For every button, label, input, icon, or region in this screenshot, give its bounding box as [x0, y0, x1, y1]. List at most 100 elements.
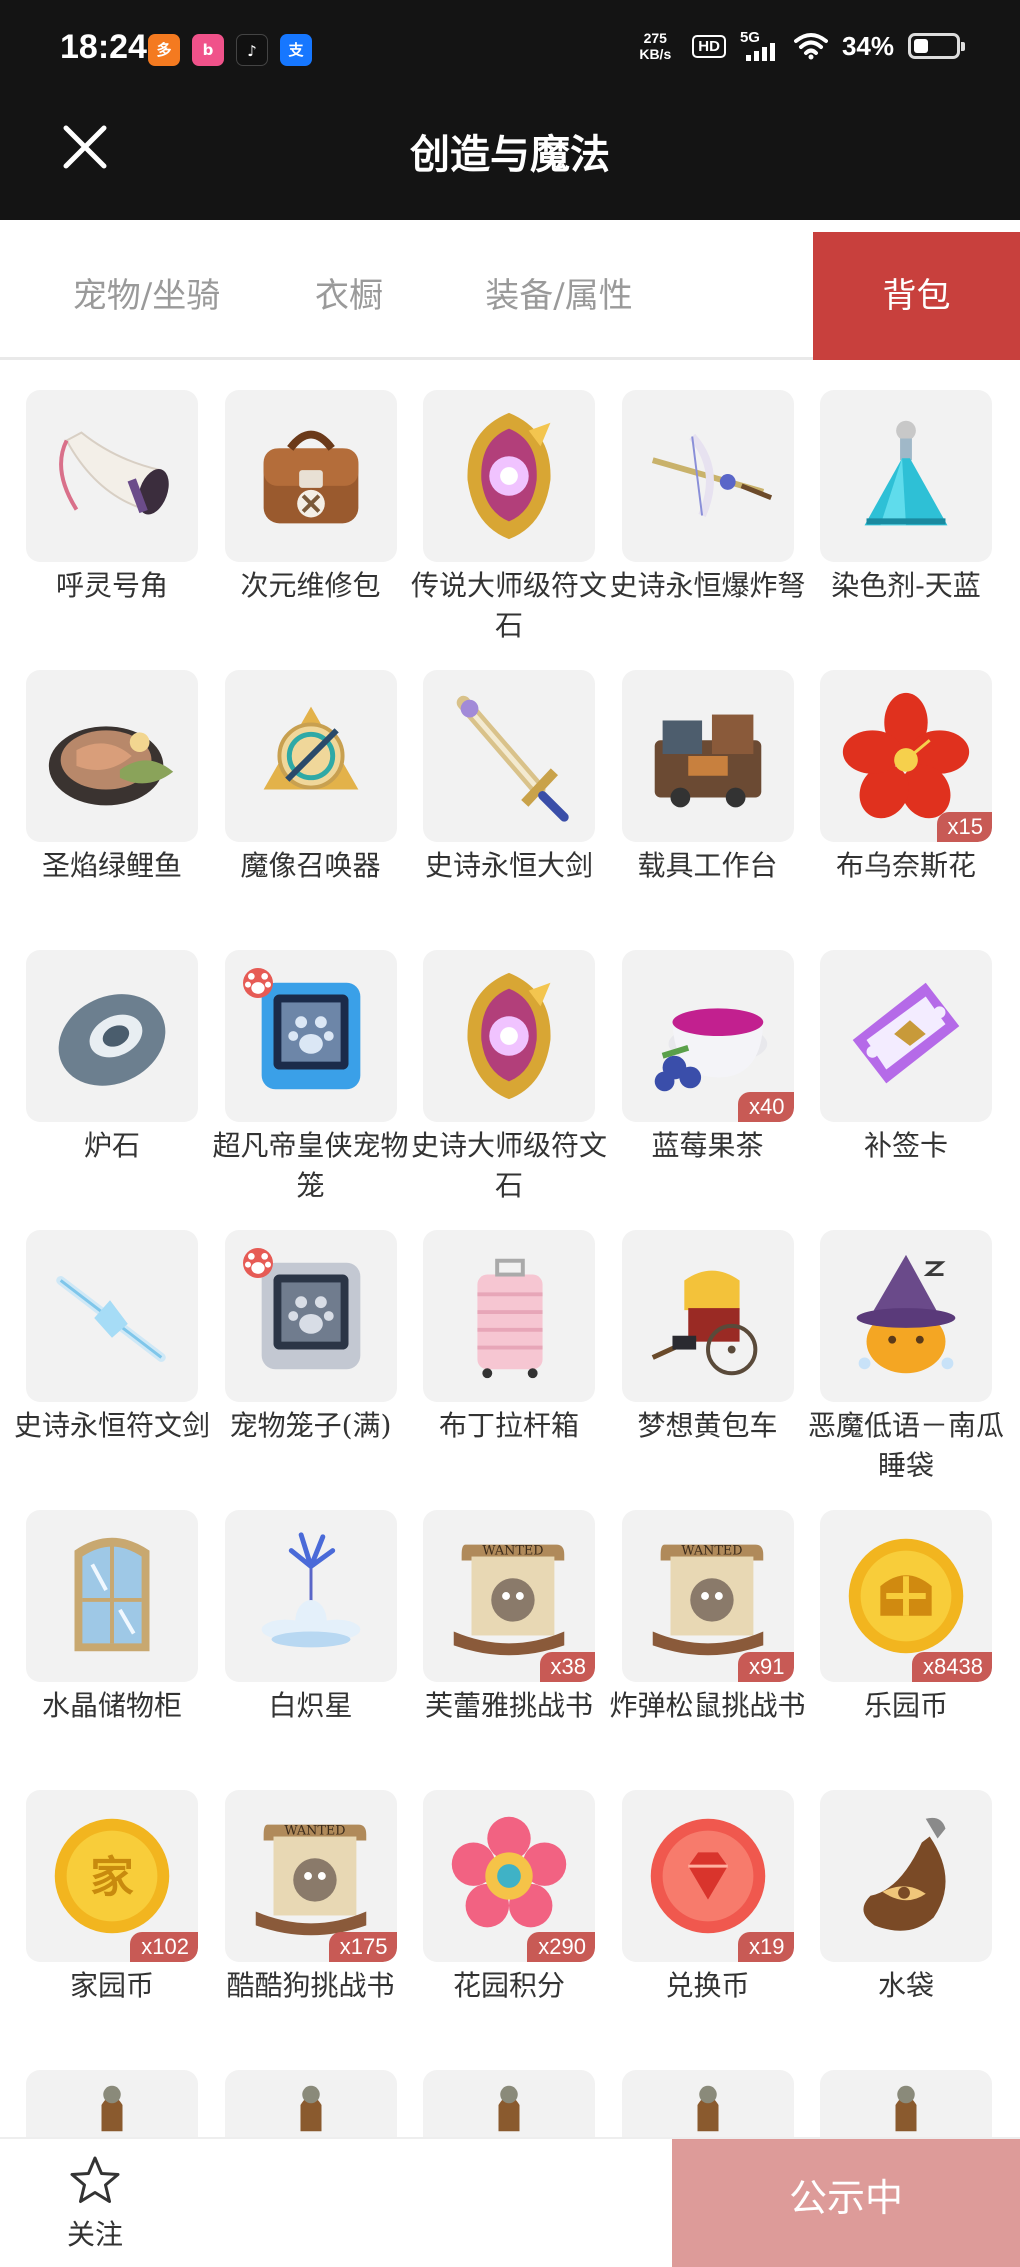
- item-name: 染色剂-天蓝: [831, 569, 981, 602]
- svg-text:WANTED: WANTED: [681, 1544, 742, 1559]
- backpack-item[interactable]: 白炽星: [224, 1510, 397, 1790]
- star-icon: [70, 2156, 120, 2203]
- svg-text:家: 家: [90, 1852, 134, 1903]
- tab-backpack[interactable]: 背包: [813, 232, 1020, 360]
- backpack-item-partial[interactable]: [820, 2070, 992, 2140]
- backpack-item[interactable]: x40 蓝莓果茶: [621, 950, 794, 1230]
- alipay-notification-icon: 支: [280, 34, 312, 66]
- item-name: 宠物笼子(满): [229, 1409, 392, 1442]
- item-count-badge: x15: [936, 812, 992, 842]
- item-thumbnail: x15: [820, 670, 992, 842]
- item-thumbnail: [423, 1230, 595, 1402]
- backpack-item[interactable]: 史诗永恒大剑: [423, 670, 595, 950]
- tab-wardrobe[interactable]: 衣橱: [249, 232, 449, 360]
- backpack-item[interactable]: 布丁拉杆箱: [423, 1230, 595, 1510]
- backpack-item[interactable]: 家 x102 家园币: [26, 1790, 198, 2070]
- backpack-item[interactable]: 补签卡: [820, 950, 992, 1230]
- backpack-item[interactable]: x8438 乐园币: [820, 1510, 992, 1790]
- wanted-scroll-icon: WANTED: [255, 1824, 366, 1936]
- backpack-item[interactable]: 魔像召唤器: [224, 670, 397, 950]
- backpack-item[interactable]: 圣焰绿鲤鱼: [26, 670, 198, 950]
- item-name: 传说大师级符文石: [411, 569, 608, 642]
- item-thumbnail: 家 x102: [26, 1790, 198, 1962]
- tab-equipment[interactable]: 装备/属性: [449, 232, 669, 360]
- signal-icon: 5G: [740, 29, 780, 61]
- app-notification-icon: 多: [148, 34, 180, 66]
- item-count-badge: x38: [539, 1652, 595, 1682]
- backpack-item[interactable]: WANTED x38 芙蕾雅挑战书: [423, 1510, 595, 1790]
- item-count-badge: x91: [738, 1652, 794, 1682]
- repair-bag-icon: [263, 430, 358, 524]
- backpack-item[interactable]: 水晶储物柜: [26, 1510, 198, 1790]
- backpack-item[interactable]: WANTED x175 酷酷狗挑战书: [224, 1790, 397, 2070]
- item-grid: 呼灵号角 次元维修包 传说大师级符文石 史诗永恒爆炸弩 染色剂-天蓝圣焰绿鲤鱼 魔像召唤器…: [14, 390, 1004, 2070]
- network-speed-unit: KB/s: [639, 46, 672, 62]
- item-thumbnail: [26, 1510, 198, 1682]
- item-name: 史诗永恒符文剑: [14, 1409, 211, 1442]
- item-name: 恶魔低语－南瓜睡袋: [808, 1409, 1005, 1482]
- red-coin-icon: [650, 1818, 765, 1934]
- backpack-item[interactable]: 恶魔低语－南瓜睡袋: [808, 1230, 1004, 1510]
- backpack-item[interactable]: 宠物笼子(满): [224, 1230, 397, 1510]
- bag-icon: [498, 2085, 520, 2132]
- item-thumbnail: x290: [423, 1790, 595, 1962]
- backpack-item[interactable]: 炉石: [26, 950, 198, 1230]
- backpack-item[interactable]: x15 布乌奈斯花: [820, 670, 992, 950]
- greatsword-icon: [456, 695, 569, 822]
- follow-button[interactable]: 关注: [40, 2153, 150, 2253]
- bag-icon: [697, 2085, 718, 2132]
- backpack-item[interactable]: 史诗永恒符文剑: [14, 1230, 210, 1510]
- item-thumbnail: [224, 670, 397, 842]
- item-name: 布丁拉杆箱: [438, 1409, 579, 1442]
- notice-button[interactable]: 公示中: [672, 2139, 1020, 2267]
- backpack-item[interactable]: 史诗大师级符文石: [411, 950, 607, 1230]
- backpack-item[interactable]: 传说大师级符文石: [411, 390, 607, 670]
- item-name: 超凡帝皇侠宠物笼: [212, 1129, 409, 1202]
- item-name: 炸弹松鼠挑战书: [609, 1689, 806, 1722]
- tab-bar: 宠物/坐骑 衣橱 装备/属性 背包: [0, 232, 1020, 360]
- item-thumbnail: x8438: [820, 1510, 992, 1682]
- hd-icon: HD: [692, 34, 726, 58]
- backpack-item-partial[interactable]: [423, 2070, 595, 2140]
- backpack-item[interactable]: x290 花园积分: [423, 1790, 595, 2070]
- crystal-cabinet-icon: [74, 1537, 150, 1652]
- item-name: 补签卡: [863, 1129, 948, 1162]
- item-thumbnail: [621, 390, 794, 562]
- tab-pets-mounts[interactable]: 宠物/坐骑: [44, 232, 249, 360]
- backpack-item[interactable]: 次元维修包: [224, 390, 397, 670]
- item-name: 梦想黄包车: [637, 1409, 778, 1442]
- item-count-badge: x40: [738, 1092, 794, 1122]
- item-name: 兑换币: [665, 1969, 750, 2002]
- item-name: 水晶储物柜: [41, 1689, 182, 1722]
- bag-icon: [300, 2085, 321, 2132]
- backpack-item-partial[interactable]: [621, 2070, 794, 2140]
- backpack-item[interactable]: 载具工作台: [621, 670, 794, 950]
- backpack-item-partial[interactable]: [26, 2070, 198, 2140]
- backpack-item[interactable]: WANTED x91 炸弹松鼠挑战书: [610, 1510, 806, 1790]
- backpack-item[interactable]: 水袋: [820, 1790, 992, 2070]
- item-thumbnail: [820, 1230, 992, 1402]
- item-thumbnail: [423, 670, 595, 842]
- backpack-item[interactable]: 梦想黄包车: [621, 1230, 794, 1510]
- item-name: 载具工作台: [637, 849, 778, 882]
- item-name: 酷酷狗挑战书: [226, 1969, 395, 2002]
- paw-icon: [242, 968, 273, 998]
- crossbow-icon: [651, 433, 772, 518]
- workbench-icon: [654, 714, 761, 808]
- backpack-item[interactable]: 超凡帝皇侠宠物笼: [213, 950, 409, 1230]
- item-name: 花园积分: [452, 1969, 565, 2002]
- bottom-bar: 关注 公示中: [0, 2137, 1020, 2267]
- backpack-item[interactable]: x19 兑换币: [621, 1790, 794, 2070]
- item-count-badge: x19: [738, 1932, 794, 1962]
- item-name: 芙蕾雅挑战书: [424, 1689, 593, 1722]
- item-thumbnail: [621, 1230, 794, 1402]
- tiktok-notification-icon: ♪: [236, 34, 268, 66]
- gold-rune-icon: [467, 972, 551, 1100]
- item-name: 圣焰绿鲤鱼: [41, 849, 182, 882]
- backpack-item[interactable]: 呼灵号角: [26, 390, 198, 670]
- backpack-item[interactable]: 染色剂-天蓝: [820, 390, 992, 670]
- backpack-item[interactable]: 史诗永恒爆炸弩: [610, 390, 806, 670]
- backpack-item-partial[interactable]: [224, 2070, 397, 2140]
- tea-cup-icon: [654, 1008, 767, 1092]
- item-thumbnail: [224, 1230, 397, 1402]
